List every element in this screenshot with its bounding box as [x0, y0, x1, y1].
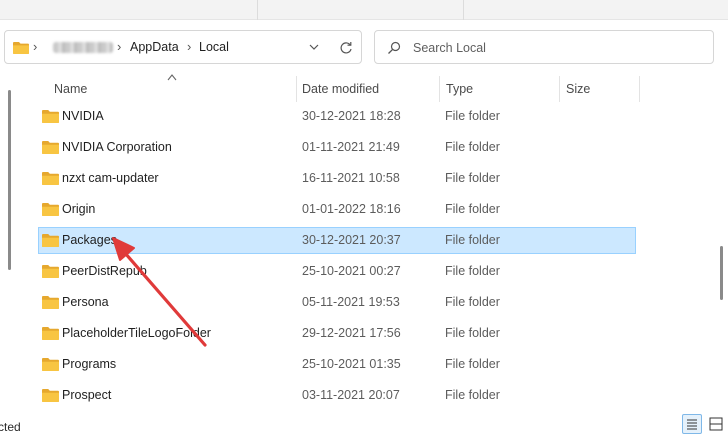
file-row[interactable]: Origin 01-01-2022 18:16 File folder [38, 196, 636, 223]
chevron-down-icon[interactable] [307, 40, 321, 54]
column-header-date[interactable]: Date modified [302, 82, 379, 96]
search-box[interactable] [374, 30, 714, 64]
file-type: File folder [445, 326, 500, 340]
file-name: Origin [62, 202, 96, 216]
column-divider[interactable] [296, 76, 297, 102]
file-type: File folder [445, 140, 500, 154]
folder-icon [42, 234, 59, 247]
tiles-view-button[interactable] [706, 414, 726, 434]
tab-segment[interactable] [258, 0, 464, 20]
folder-icon [42, 389, 59, 402]
file-type: File folder [445, 295, 500, 309]
search-input[interactable] [413, 38, 703, 58]
column-header-row: Name Date modified Type Size [0, 70, 728, 104]
file-row[interactable]: NVIDIA Corporation 01-11-2021 21:49 File… [38, 134, 636, 161]
folder-icon [42, 327, 59, 340]
file-date: 01-11-2021 21:49 [302, 140, 400, 154]
file-date: 25-10-2021 00:27 [302, 264, 401, 278]
folder-icon [42, 203, 59, 216]
file-name: nzxt cam-updater [62, 171, 159, 185]
column-header-name[interactable]: Name [54, 82, 87, 96]
title-tab-strip [0, 0, 728, 20]
file-row-selected[interactable]: Packages 30-12-2021 20:37 File folder [38, 227, 636, 254]
column-header-size[interactable]: Size [566, 82, 590, 96]
folder-icon [42, 110, 59, 123]
folder-icon [13, 42, 29, 54]
vertical-scrollbar-thumb[interactable] [720, 246, 723, 300]
folder-icon [42, 296, 59, 309]
file-name: Persona [62, 295, 109, 309]
file-row[interactable]: PeerDistRepub 25-10-2021 00:27 File fold… [38, 258, 636, 285]
chevron-right-icon[interactable]: › [187, 39, 191, 54]
breadcrumb-local[interactable]: Local [199, 40, 229, 54]
file-name: NVIDIA [62, 109, 104, 123]
breadcrumb-appdata[interactable]: AppData [130, 40, 179, 54]
file-name: NVIDIA Corporation [62, 140, 172, 154]
column-header-type[interactable]: Type [446, 82, 473, 96]
column-divider[interactable] [639, 76, 640, 102]
file-row[interactable]: Prospect 03-11-2021 20:07 File folder [38, 382, 636, 409]
chevron-right-icon[interactable]: › [33, 39, 37, 54]
search-icon [388, 41, 401, 54]
file-type: File folder [445, 171, 500, 185]
file-date: 29-12-2021 17:56 [302, 326, 401, 340]
file-name: PeerDistRepub [62, 264, 147, 278]
file-type: File folder [445, 357, 500, 371]
file-type: File folder [445, 202, 500, 216]
file-type: File folder [445, 388, 500, 402]
folder-icon [42, 358, 59, 371]
file-type: File folder [445, 264, 500, 278]
chevron-right-icon[interactable]: › [117, 39, 121, 54]
file-date: 30-12-2021 20:37 [302, 233, 401, 247]
details-view-icon [687, 419, 697, 430]
sort-ascending-icon [167, 74, 177, 81]
redacted-username[interactable] [53, 42, 113, 53]
file-date: 03-11-2021 20:07 [302, 388, 400, 402]
refresh-icon[interactable] [338, 40, 354, 56]
folder-icon [42, 141, 59, 154]
file-name: PlaceholderTileLogoFolder [62, 326, 211, 340]
file-type: File folder [445, 233, 500, 247]
file-name: Programs [62, 357, 117, 371]
file-row[interactable]: NVIDIA 30-12-2021 18:28 File folder [38, 103, 636, 130]
file-date: 30-12-2021 18:28 [302, 109, 401, 123]
status-text: cted [0, 420, 21, 434]
column-divider[interactable] [439, 76, 440, 102]
tiles-view-icon [709, 417, 723, 431]
file-row[interactable]: Persona 05-11-2021 19:53 File folder [38, 289, 636, 316]
file-type: File folder [445, 109, 500, 123]
file-date: 05-11-2021 19:53 [302, 295, 400, 309]
folder-icon [42, 265, 59, 278]
file-row[interactable]: PlaceholderTileLogoFolder 29-12-2021 17:… [38, 320, 636, 347]
file-row[interactable]: nzxt cam-updater 16-11-2021 10:58 File f… [38, 165, 636, 192]
details-view-button[interactable] [682, 414, 702, 434]
tab-segment[interactable] [0, 0, 258, 20]
file-name: Prospect [62, 388, 112, 402]
address-bar[interactable]: › › AppData › Local [4, 30, 362, 64]
file-name: Packages [62, 233, 117, 247]
file-date: 16-11-2021 10:58 [302, 171, 400, 185]
file-date: 25-10-2021 01:35 [302, 357, 401, 371]
status-bar: cted [0, 416, 728, 438]
file-row[interactable]: Programs 25-10-2021 01:35 File folder [38, 351, 636, 378]
column-divider[interactable] [559, 76, 560, 102]
folder-icon [42, 172, 59, 185]
file-list[interactable]: Name Date modified Type Size NVIDIA 30-1… [0, 70, 728, 416]
file-date: 01-01-2022 18:16 [302, 202, 401, 216]
left-scrollbar[interactable] [8, 90, 11, 270]
